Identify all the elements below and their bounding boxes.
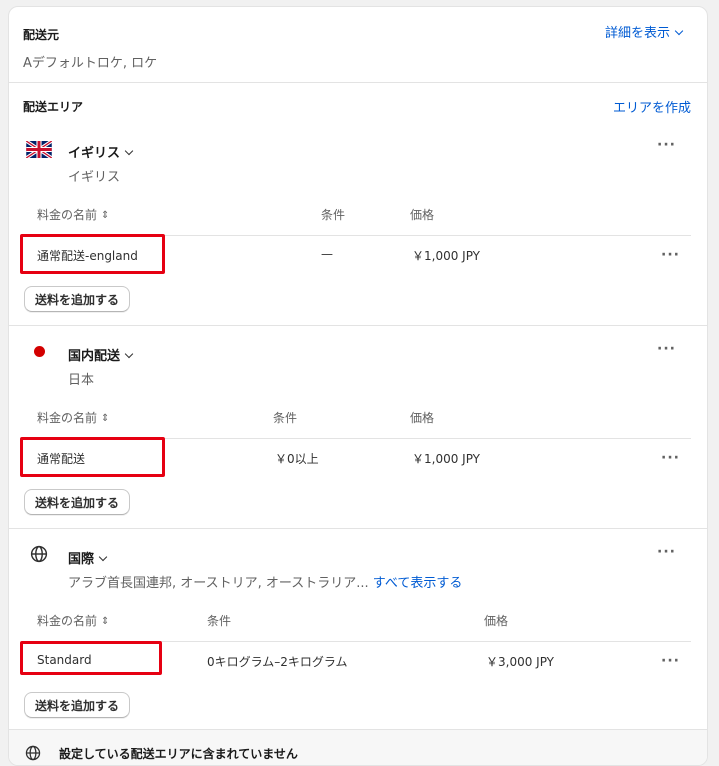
- sort-icon: ⇕: [101, 210, 110, 221]
- create-zone-link[interactable]: エリアを作成: [613, 97, 691, 116]
- zone-subtitle: イギリス: [68, 170, 121, 185]
- rate-condition: —: [321, 247, 333, 261]
- highlight-box: [20, 234, 165, 274]
- zone-name-domestic[interactable]: 国内配送: [68, 345, 134, 364]
- origin-address: Aデフォルトロケ, ロケ: [23, 56, 158, 71]
- rate-price: ￥1,000 JPY: [412, 452, 481, 466]
- column-header-condition: 条件: [321, 208, 346, 222]
- chevron-down-icon: [98, 552, 108, 562]
- chevron-down-icon: [124, 146, 134, 156]
- more-actions-icon[interactable]: ···: [657, 138, 676, 152]
- rate-condition: 0キログラム–2キログラム: [207, 655, 348, 669]
- more-actions-icon[interactable]: ···: [657, 545, 676, 559]
- header-label: 料金の名前: [37, 614, 98, 628]
- rate-more-actions-icon[interactable]: ···: [661, 451, 680, 465]
- show-details-label: 詳細を表示: [605, 26, 671, 41]
- zone-subtitle: アラブ首長国連邦, オーストリア, オーストラリア... すべて表示する: [68, 572, 462, 591]
- chevron-down-icon: [124, 349, 134, 359]
- divider: [9, 528, 707, 529]
- highlight-box: [20, 437, 165, 477]
- column-header-price: 価格: [410, 411, 435, 425]
- highlight-box: [20, 641, 162, 675]
- origin-title: 配送元: [23, 28, 60, 42]
- zone-countries: アラブ首長国連邦, オーストリア, オーストラリア...: [68, 576, 369, 591]
- zone-name-label: イギリス: [68, 146, 121, 161]
- zone-name-label: 国内配送: [68, 349, 121, 364]
- add-rate-button[interactable]: 送料を追加する: [24, 489, 131, 515]
- zone-name-international[interactable]: 国際: [68, 548, 108, 567]
- show-all-link[interactable]: すべて表示する: [373, 576, 463, 591]
- uk-flag-icon: [25, 139, 53, 160]
- globe-icon: [25, 745, 41, 761]
- sort-icon: ⇕: [101, 616, 110, 627]
- more-actions-icon[interactable]: ···: [657, 342, 676, 356]
- rate-condition: ￥0以上: [275, 452, 319, 466]
- sort-icon: ⇕: [101, 413, 110, 424]
- header-label: 料金の名前: [37, 208, 98, 222]
- column-header-rate-name[interactable]: 料金の名前 ⇕: [37, 409, 109, 426]
- divider: [9, 82, 707, 83]
- column-header-condition: 条件: [273, 411, 298, 425]
- column-header-rate-name[interactable]: 料金の名前 ⇕: [37, 206, 109, 223]
- divider: [9, 325, 707, 326]
- column-header-condition: 条件: [207, 614, 232, 628]
- add-rate-button[interactable]: 送料を追加する: [24, 692, 131, 718]
- footer-text: 設定している配送エリアに含まれていません: [59, 747, 298, 761]
- header-label: 料金の名前: [37, 411, 98, 425]
- not-covered-footer: 設定している配送エリアに含まれていません: [9, 729, 707, 765]
- rate-price: ￥1,000 JPY: [412, 249, 481, 263]
- rate-more-actions-icon[interactable]: ···: [661, 248, 680, 262]
- column-header-rate-name[interactable]: 料金の名前 ⇕: [37, 612, 109, 629]
- column-header-price: 価格: [484, 614, 509, 628]
- zone-name-uk[interactable]: イギリス: [68, 142, 134, 161]
- add-rate-button[interactable]: 送料を追加する: [24, 286, 131, 312]
- globe-icon: [30, 545, 48, 563]
- show-details-link[interactable]: 詳細を表示: [605, 22, 684, 41]
- japan-flag-icon: [34, 346, 45, 357]
- column-header-price: 価格: [410, 208, 435, 222]
- rate-more-actions-icon[interactable]: ···: [661, 654, 680, 668]
- chevron-down-icon: [674, 26, 684, 36]
- zone-subtitle: 日本: [68, 373, 95, 388]
- rate-price: ￥3,000 JPY: [486, 655, 555, 669]
- shipping-profile-card: 配送元 Aデフォルトロケ, ロケ 詳細を表示 配送エリア エリアを作成 イギリス…: [8, 6, 708, 766]
- zone-name-label: 国際: [68, 552, 95, 567]
- zones-title: 配送エリア: [23, 100, 84, 114]
